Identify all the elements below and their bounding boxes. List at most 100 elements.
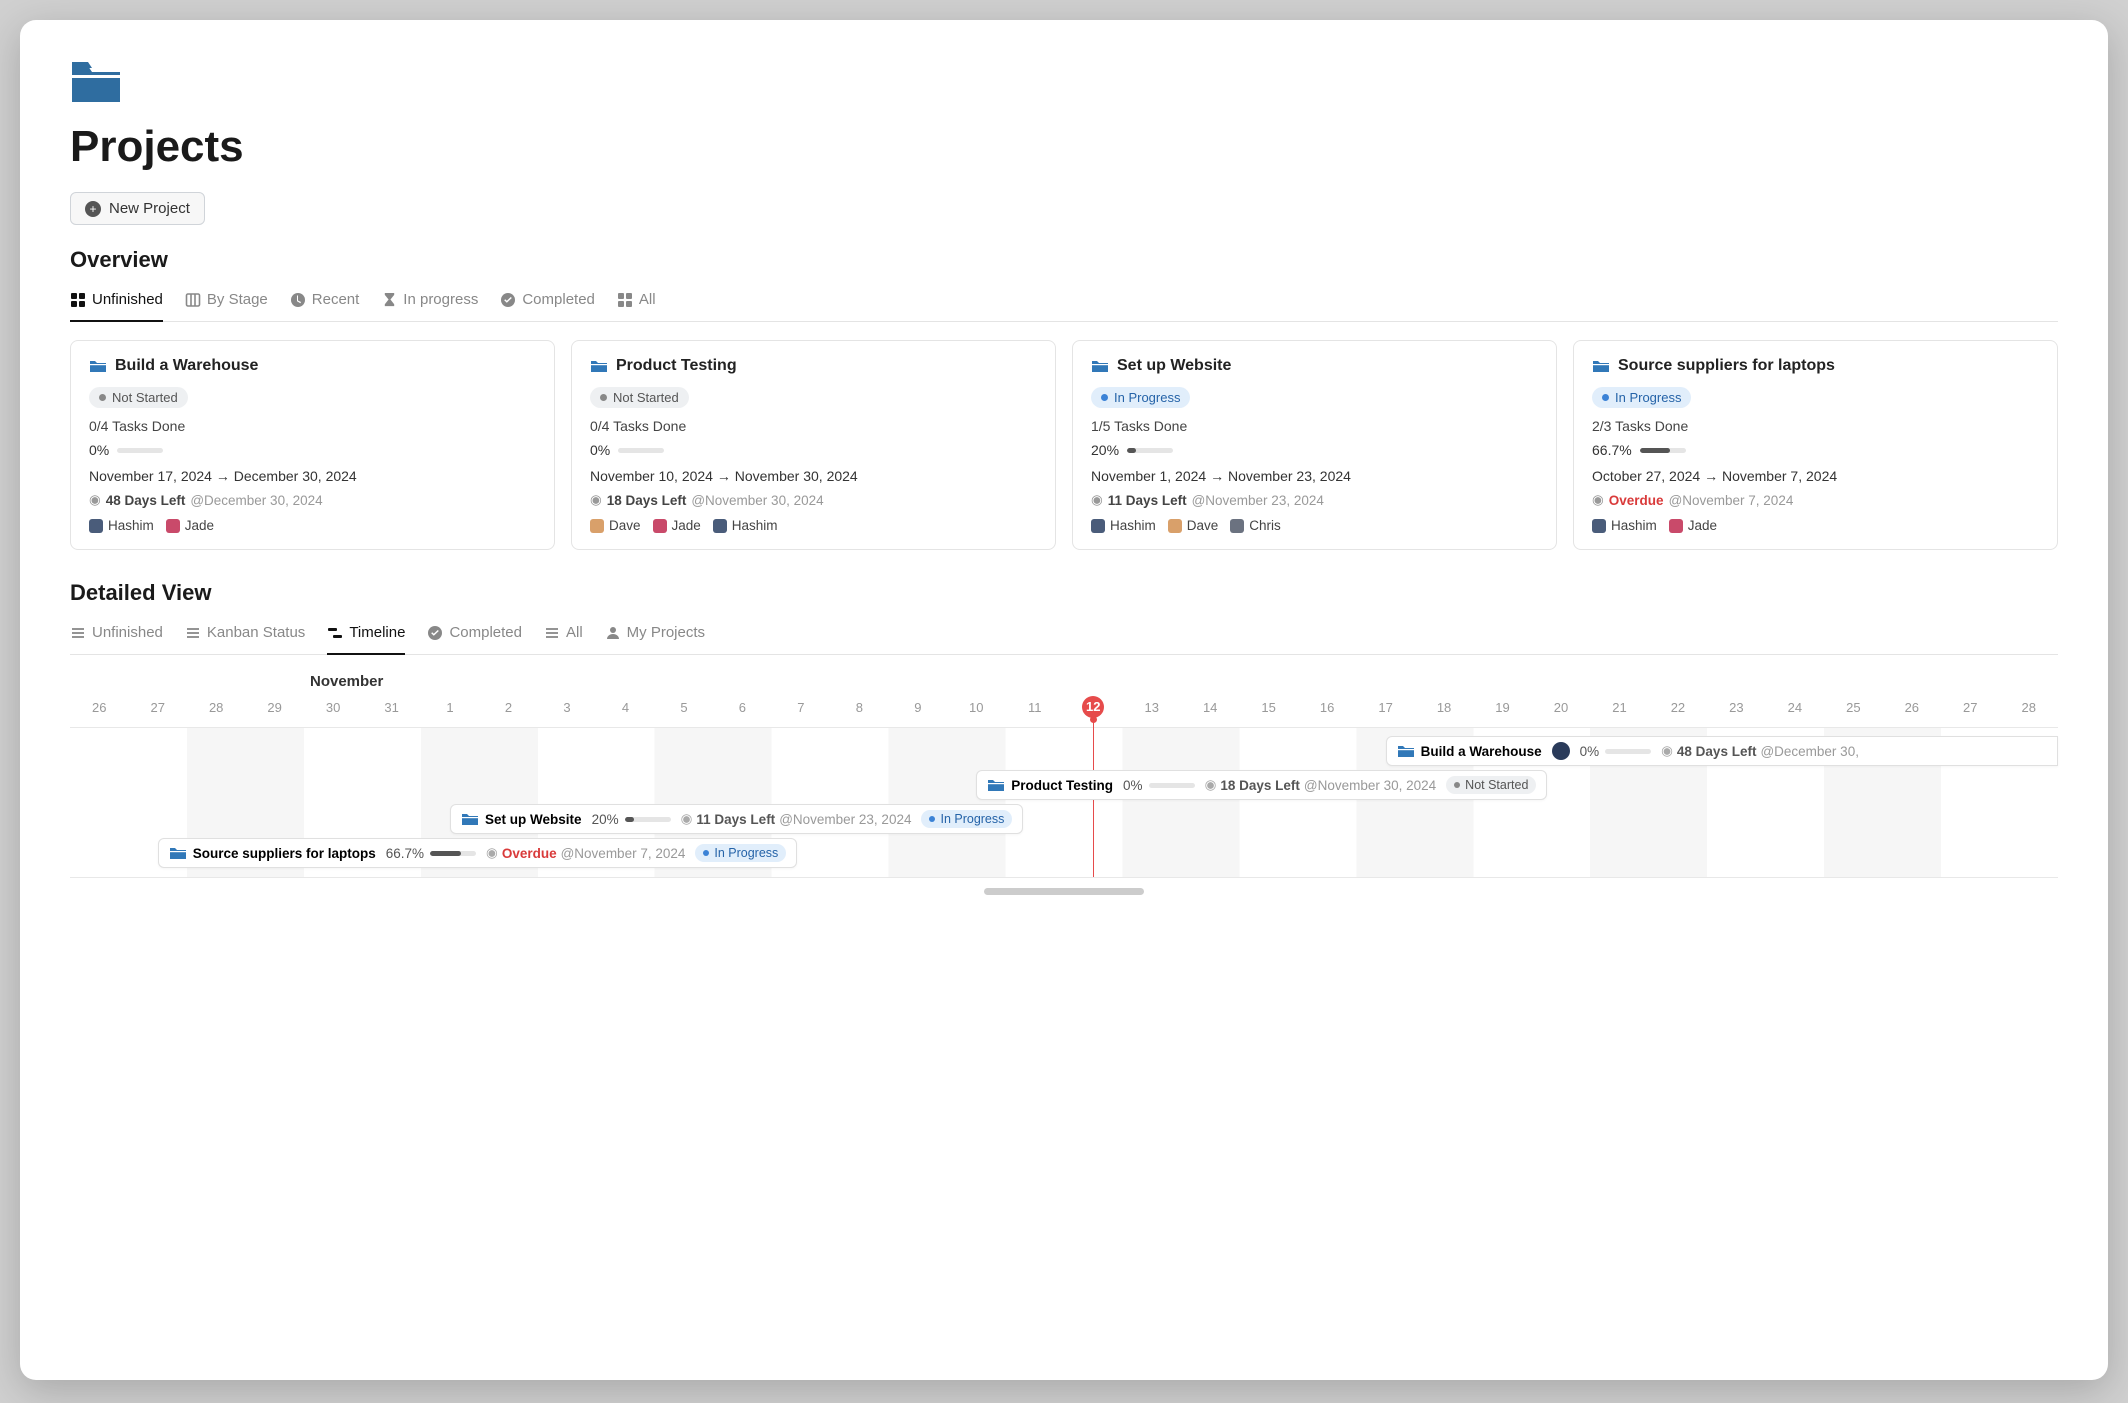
assignees: HashimDaveChris bbox=[1091, 518, 1538, 533]
avatar-icon bbox=[590, 519, 604, 533]
timeline-scrollbar[interactable] bbox=[984, 888, 1144, 895]
assignees: HashimJade bbox=[1592, 518, 2039, 533]
assignees: HashimJade bbox=[89, 518, 536, 533]
assignee: Jade bbox=[1669, 518, 1717, 533]
timeline-day: 11 bbox=[1006, 696, 1064, 719]
new-project-label: New Project bbox=[109, 200, 190, 217]
overview-tab-inprogress[interactable]: In progress bbox=[381, 283, 478, 322]
timeline-body[interactable]: Build a Warehouse0% ◉48 Days Left @Decem… bbox=[70, 728, 2058, 878]
target-icon: ◉ bbox=[1205, 777, 1217, 793]
timeline-day: 3 bbox=[538, 696, 596, 719]
timeline-day: 15 bbox=[1239, 696, 1297, 719]
timeline-day: 17 bbox=[1356, 696, 1414, 719]
card-title-text: Build a Warehouse bbox=[115, 357, 258, 375]
target-icon: ◉ bbox=[590, 492, 602, 508]
overview-tab-recent[interactable]: Recent bbox=[290, 283, 360, 322]
timeline-day: 5 bbox=[655, 696, 713, 719]
progress-pct: 20% bbox=[1091, 442, 1119, 458]
tab-label: All bbox=[639, 291, 656, 308]
status-badge: In Progress bbox=[695, 844, 786, 862]
timeline-bar-title: Build a Warehouse bbox=[1397, 744, 1542, 759]
timeline-bar[interactable]: Product Testing0% ◉18 Days Left @Novembe… bbox=[976, 770, 1547, 800]
grid-icon bbox=[617, 292, 633, 308]
card-title: Build a Warehouse bbox=[89, 357, 536, 375]
timeline-bar[interactable]: Source suppliers for laptops66.7% ◉Overd… bbox=[158, 838, 798, 868]
timeline-bar-due: ◉Overdue @November 7, 2024 bbox=[486, 845, 685, 861]
due-row: ◉Overdue @November 7, 2024 bbox=[1592, 492, 2039, 508]
status-badge: In Progress bbox=[1091, 387, 1190, 408]
tab-label: Recent bbox=[312, 291, 360, 308]
assignee: Jade bbox=[166, 518, 214, 533]
date-range: October 27, 2024 → November 7, 2024 bbox=[1592, 468, 2039, 484]
detailed-tabs: Unfinished Kanban Status Timeline Completed… bbox=[70, 616, 2058, 655]
timeline-day: 30 bbox=[304, 696, 362, 719]
timeline-day: 26 bbox=[1883, 696, 1941, 719]
assignee-name: Jade bbox=[672, 518, 701, 533]
timeline-day: 4 bbox=[596, 696, 654, 719]
timeline-bar[interactable]: Build a Warehouse0% ◉48 Days Left @Decem… bbox=[1386, 736, 2058, 766]
detailed-tab-unfinished2[interactable]: Unfinished bbox=[70, 616, 163, 655]
timeline-day: 29 bbox=[245, 696, 303, 719]
folder-icon bbox=[1592, 359, 1610, 373]
detailed-tab-kanban[interactable]: Kanban Status bbox=[185, 616, 305, 655]
timeline-day-header: 2627282930311234567891011121314151617181… bbox=[70, 696, 2058, 728]
assignee-name: Hashim bbox=[732, 518, 778, 533]
overview-tab-completed[interactable]: Completed bbox=[500, 283, 595, 322]
assignee-name: Dave bbox=[1187, 518, 1219, 533]
timeline-icon bbox=[327, 625, 343, 641]
tab-label: Unfinished bbox=[92, 291, 163, 308]
timeline-day: 28 bbox=[187, 696, 245, 719]
check-circle-icon bbox=[427, 625, 443, 641]
timeline-day: 27 bbox=[1941, 696, 1999, 719]
status-text: Not Started bbox=[613, 390, 679, 405]
timeline-bar[interactable]: Set up Website20% ◉11 Days Left @Novembe… bbox=[450, 804, 1023, 834]
timeline-day: 20 bbox=[1532, 696, 1590, 719]
days-left: Overdue bbox=[1609, 493, 1664, 508]
detailed-tab-myproj[interactable]: My Projects bbox=[605, 616, 705, 655]
assignee-name: Jade bbox=[185, 518, 214, 533]
tab-label: Completed bbox=[449, 624, 522, 641]
folder-icon bbox=[590, 359, 608, 373]
overview-tab-unfinished[interactable]: Unfinished bbox=[70, 283, 163, 322]
overview-tab-all[interactable]: All bbox=[617, 283, 656, 322]
detailed-tab-all2[interactable]: All bbox=[544, 616, 583, 655]
detailed-tab-timeline[interactable]: Timeline bbox=[327, 616, 405, 655]
assignee: Hashim bbox=[1091, 518, 1156, 533]
tab-label: Timeline bbox=[349, 624, 405, 641]
timeline-day: 6 bbox=[713, 696, 771, 719]
project-card[interactable]: Set up WebsiteIn Progress1/5 Tasks Done2… bbox=[1072, 340, 1557, 550]
plus-icon: + bbox=[85, 201, 101, 217]
check-circle-icon bbox=[500, 292, 516, 308]
timeline-bar-title: Product Testing bbox=[987, 778, 1113, 793]
detailed-tab-completed2[interactable]: Completed bbox=[427, 616, 522, 655]
overview-tab-bystage[interactable]: By Stage bbox=[185, 283, 268, 322]
tasks-done-text: 2/3 Tasks Done bbox=[1592, 418, 2039, 434]
overview-heading: Overview bbox=[70, 247, 2058, 273]
timeline-bar-due: ◉18 Days Left @November 30, 2024 bbox=[1205, 777, 1437, 793]
timeline-day: 13 bbox=[1122, 696, 1180, 719]
project-cards: Build a Warehouse Not Started 0/4 Tasks Do… bbox=[70, 340, 2058, 550]
target-icon: ◉ bbox=[486, 845, 498, 861]
page-folder-icon bbox=[70, 60, 122, 104]
tasks-done-text: 0/4 Tasks Done bbox=[89, 418, 536, 434]
project-card[interactable]: Source suppliers for laptopsIn Progress2… bbox=[1573, 340, 2058, 550]
avatar-icon bbox=[1592, 519, 1606, 533]
timeline-day: 2 bbox=[479, 696, 537, 719]
progress-bar bbox=[117, 448, 163, 453]
clock-icon bbox=[290, 292, 306, 308]
progress-bar bbox=[1605, 749, 1651, 754]
assignee-name: Jade bbox=[1688, 518, 1717, 533]
due-row: ◉18 Days Left @November 30, 2024 bbox=[590, 492, 1037, 508]
target-icon: ◉ bbox=[1091, 492, 1103, 508]
avatar-icon bbox=[1230, 519, 1244, 533]
days-left: 48 Days Left bbox=[106, 493, 186, 508]
timeline-day: 25 bbox=[1824, 696, 1882, 719]
overview-tabs: Unfinished By Stage Recent In progress Compl… bbox=[70, 283, 2058, 322]
project-card[interactable]: Product TestingNot Started0/4 Tasks Done… bbox=[571, 340, 1056, 550]
columns-icon bbox=[185, 292, 201, 308]
project-card[interactable]: Build a WarehouseNot Started0/4 Tasks Do… bbox=[70, 340, 555, 550]
new-project-button[interactable]: + New Project bbox=[70, 192, 205, 225]
tasks-done-text: 1/5 Tasks Done bbox=[1091, 418, 1538, 434]
timeline-day: 24 bbox=[1766, 696, 1824, 719]
user-icon bbox=[605, 625, 621, 641]
